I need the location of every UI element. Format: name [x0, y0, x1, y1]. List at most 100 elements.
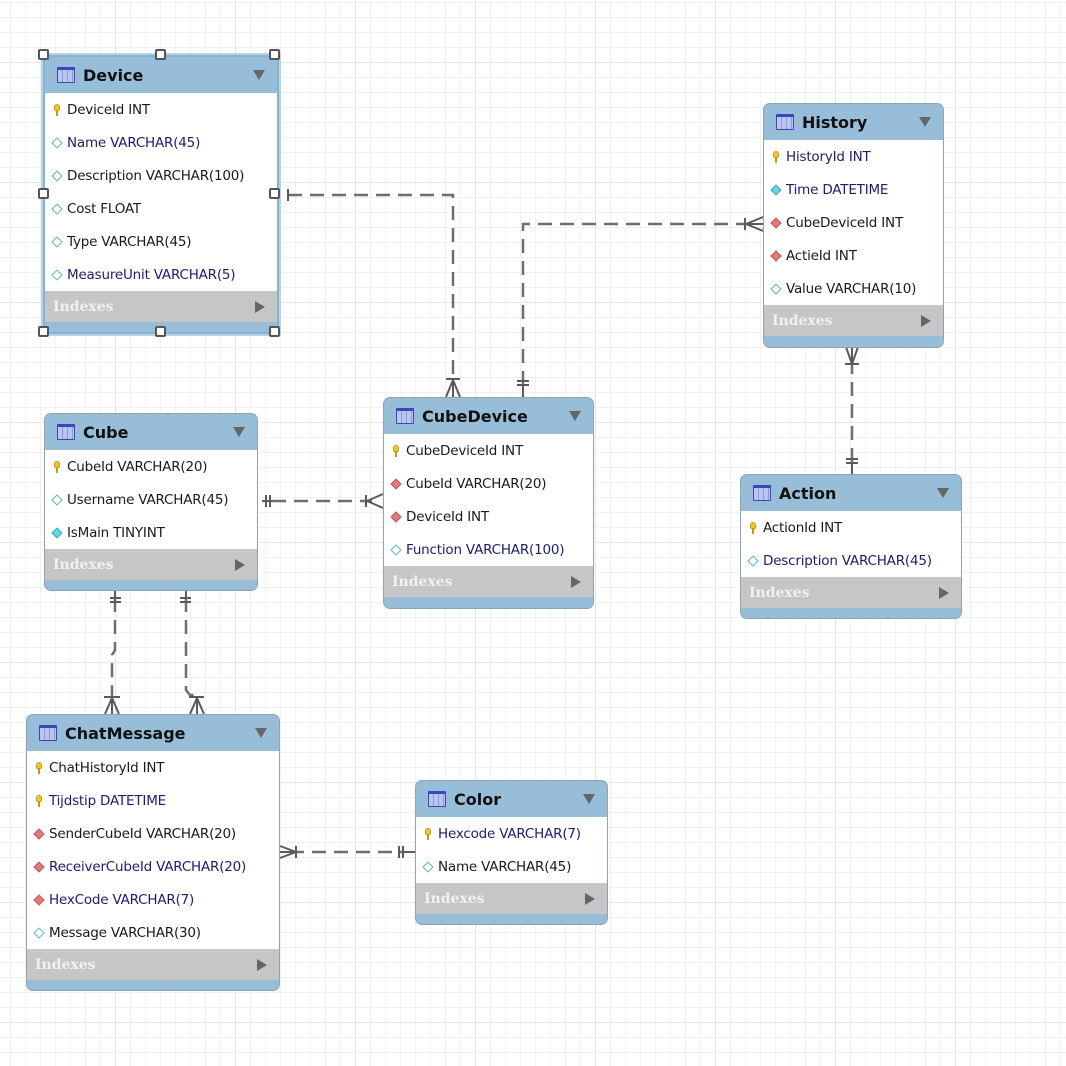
- column-label: CubeId VARCHAR(20): [406, 475, 547, 492]
- nullable-column-icon: [51, 170, 63, 182]
- table-header[interactable]: Device: [45, 57, 277, 93]
- expand-arrow-icon[interactable]: [255, 300, 265, 313]
- relationship-device-cubedevice[interactable]: [288, 193, 455, 385]
- column-row[interactable]: Description VARCHAR(45): [741, 544, 961, 577]
- column-row[interactable]: IsMain TINYINT: [45, 516, 257, 549]
- column-row[interactable]: CubeId VARCHAR(20): [384, 467, 593, 500]
- column-row[interactable]: SenderCubeId VARCHAR(20): [27, 817, 279, 850]
- indexes-label: Indexes: [53, 298, 114, 315]
- relationship-cube-chatmessage-sender[interactable]: [110, 598, 117, 702]
- expand-arrow-icon[interactable]: [585, 892, 595, 905]
- column-row[interactable]: Tijdstip DATETIME: [27, 784, 279, 817]
- indexes-section[interactable]: Indexes: [27, 949, 279, 980]
- expand-arrow-icon[interactable]: [571, 575, 581, 588]
- column-label: Cost FLOAT: [67, 200, 141, 217]
- column-row[interactable]: ChatHistoryId INT: [27, 751, 279, 784]
- table-header[interactable]: CubeDevice: [384, 398, 593, 434]
- table-header[interactable]: ChatMessage: [27, 715, 279, 751]
- column-row[interactable]: DeviceId INT: [384, 500, 593, 533]
- column-row[interactable]: HistoryId INT: [764, 140, 943, 173]
- primary-key-icon: [422, 827, 434, 840]
- not-null-column-icon: [770, 184, 782, 196]
- table-color[interactable]: Color Hexcode VARCHAR(7) Name VARCHAR(45…: [415, 780, 608, 925]
- table-device[interactable]: Device DeviceId INT Name VARCHAR(45) Des…: [43, 55, 279, 334]
- indexes-section[interactable]: Indexes: [416, 883, 607, 914]
- column-row[interactable]: Name VARCHAR(45): [416, 850, 607, 883]
- collapse-toggle-icon[interactable]: [253, 70, 265, 80]
- column-row[interactable]: Hexcode VARCHAR(7): [416, 817, 607, 850]
- column-row[interactable]: Description VARCHAR(100): [45, 159, 277, 192]
- column-label: CubeId VARCHAR(20): [67, 458, 208, 475]
- collapse-toggle-icon[interactable]: [569, 411, 581, 421]
- column-row[interactable]: Function VARCHAR(100): [384, 533, 593, 566]
- cardinality-one-only-marker: [262, 495, 272, 507]
- column-row[interactable]: ActieId INT: [764, 239, 943, 272]
- table-title: Cube: [83, 422, 129, 442]
- column-row[interactable]: Type VARCHAR(45): [45, 225, 277, 258]
- table-chatmessage[interactable]: ChatMessage ChatHistoryId INT Tijdstip D…: [26, 714, 280, 991]
- column-label: DeviceId INT: [406, 508, 489, 525]
- collapse-toggle-icon[interactable]: [583, 794, 595, 804]
- collapse-toggle-icon[interactable]: [255, 728, 267, 738]
- resize-handle-n[interactable]: [155, 49, 166, 60]
- expand-arrow-icon[interactable]: [257, 958, 267, 971]
- resize-handle-ne[interactable]: [269, 49, 280, 60]
- indexes-section[interactable]: Indexes: [45, 549, 257, 580]
- column-row[interactable]: Cost FLOAT: [45, 192, 277, 225]
- column-row[interactable]: DeviceId INT: [45, 93, 277, 126]
- column-row[interactable]: CubeId VARCHAR(20): [45, 450, 257, 483]
- column-label: Time DATETIME: [786, 181, 889, 198]
- resize-handle-e[interactable]: [269, 188, 280, 199]
- column-row[interactable]: Username VARCHAR(45): [45, 483, 257, 516]
- column-row[interactable]: MeasureUnit VARCHAR(5): [45, 258, 277, 291]
- column-row[interactable]: Value VARCHAR(10): [764, 272, 943, 305]
- table-action[interactable]: Action ActionId INT Description VARCHAR(…: [740, 474, 962, 619]
- indexes-section[interactable]: Indexes: [741, 577, 961, 608]
- relationship-cubedevice-history[interactable]: [521, 222, 745, 385]
- table-cube[interactable]: Cube CubeId VARCHAR(20) Username VARCHAR…: [44, 413, 258, 591]
- table-history[interactable]: History HistoryId INT Time DATETIME Cube…: [763, 103, 944, 348]
- collapse-toggle-icon[interactable]: [937, 488, 949, 498]
- indexes-section[interactable]: Indexes: [45, 291, 277, 322]
- resize-handle-s[interactable]: [155, 326, 166, 337]
- resize-handle-nw[interactable]: [38, 49, 49, 60]
- column-row[interactable]: ReceiverCubeId VARCHAR(20): [27, 850, 279, 883]
- column-label: Description VARCHAR(45): [763, 552, 932, 569]
- table-header[interactable]: History: [764, 104, 943, 140]
- expand-arrow-icon[interactable]: [235, 558, 245, 571]
- indexes-label: Indexes: [424, 890, 485, 907]
- relationship-cube-chatmessage-receiver[interactable]: [184, 598, 199, 702]
- resize-handle-w[interactable]: [38, 188, 49, 199]
- indexes-section[interactable]: Indexes: [384, 566, 593, 597]
- columns-list: ActionId INT Description VARCHAR(45): [741, 511, 961, 577]
- collapse-toggle-icon[interactable]: [233, 427, 245, 437]
- column-row[interactable]: CubeDeviceId INT: [764, 206, 943, 239]
- foreign-key-icon: [390, 478, 402, 490]
- column-row[interactable]: ActionId INT: [741, 511, 961, 544]
- table-title: ChatMessage: [65, 723, 186, 743]
- expand-arrow-icon[interactable]: [921, 314, 931, 327]
- expand-arrow-icon[interactable]: [939, 586, 949, 599]
- cardinality-many-marker: [845, 346, 859, 365]
- column-row[interactable]: CubeDeviceId INT: [384, 434, 593, 467]
- indexes-section[interactable]: Indexes: [764, 305, 943, 336]
- table-header[interactable]: Color: [416, 781, 607, 817]
- cardinality-many-marker: [365, 493, 384, 509]
- column-label: Name VARCHAR(45): [67, 134, 201, 151]
- column-row[interactable]: Time DATETIME: [764, 173, 943, 206]
- resize-handle-sw[interactable]: [38, 326, 49, 337]
- resize-handle-se[interactable]: [269, 326, 280, 337]
- column-row[interactable]: Message VARCHAR(30): [27, 916, 279, 949]
- primary-key-icon: [747, 521, 759, 534]
- table-cubedevice[interactable]: CubeDevice CubeDeviceId INT CubeId VARCH…: [383, 397, 594, 609]
- column-label: Username VARCHAR(45): [67, 491, 229, 508]
- columns-list: HistoryId INT Time DATETIME CubeDeviceId…: [764, 140, 943, 305]
- column-row[interactable]: Name VARCHAR(45): [45, 126, 277, 159]
- table-header[interactable]: Action: [741, 475, 961, 511]
- cardinality-many-marker: [189, 696, 205, 715]
- column-row[interactable]: HexCode VARCHAR(7): [27, 883, 279, 916]
- primary-key-icon: [51, 103, 63, 116]
- nullable-column-icon: [51, 137, 63, 149]
- table-header[interactable]: Cube: [45, 414, 257, 450]
- collapse-toggle-icon[interactable]: [919, 117, 931, 127]
